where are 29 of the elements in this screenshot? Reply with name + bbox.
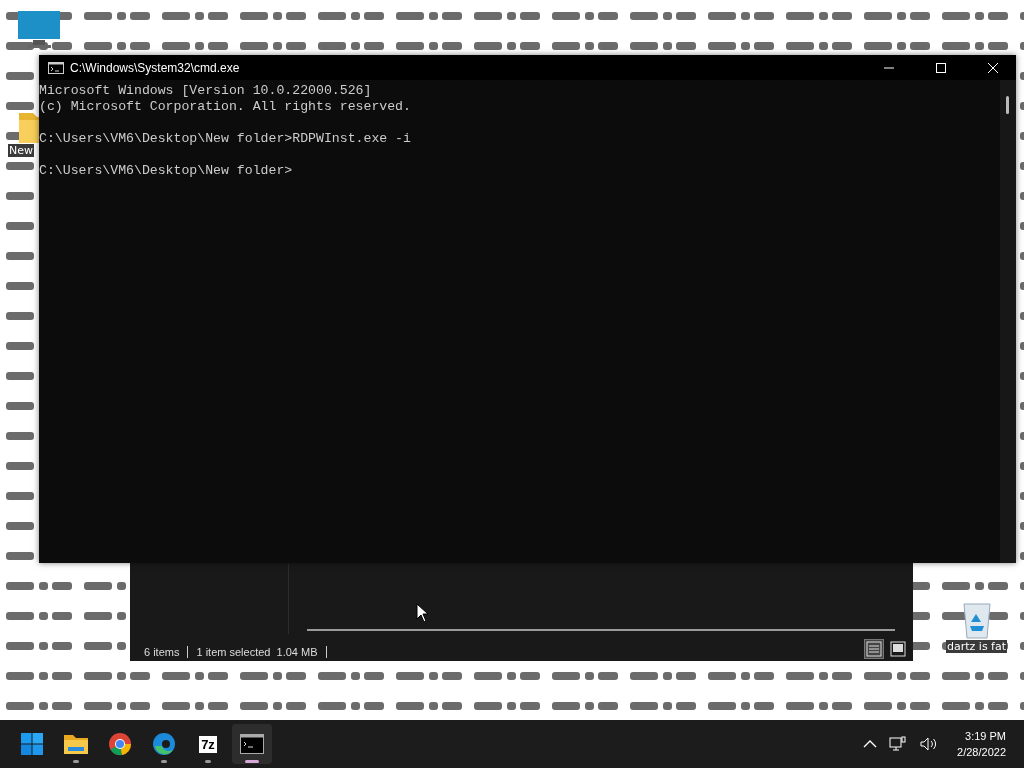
- network-icon[interactable]: [889, 736, 908, 752]
- maximize-icon: [935, 61, 947, 74]
- terminal-taskbar-button[interactable]: [232, 724, 272, 764]
- four-squares-icon: [20, 732, 44, 756]
- sevenzip-taskbar-button[interactable]: 7z: [188, 724, 228, 764]
- clock-date[interactable]: 2/28/2022: [957, 744, 1006, 760]
- icon-label[interactable]: dartz is fat: [946, 640, 1008, 653]
- folder-icon: [63, 733, 89, 755]
- console-line: Microsoft Windows [Version 10.0.22000.526]: [39, 83, 373, 99]
- mouse-cursor-icon: [416, 603, 428, 623]
- console-line: C:\Users\VM6\Desktop\New folder>: [39, 163, 294, 179]
- tiles-view-icon[interactable]: [888, 639, 908, 659]
- console-icon: [48, 61, 64, 74]
- console-line: (c) Microsoft Corporation. All rights reserved.: [39, 99, 412, 115]
- browser-icon: [152, 732, 176, 756]
- console-line: C:\Users\VM6\Desktop\New folder>RDPWInst.exe -i: [39, 131, 412, 147]
- icon-label[interactable]: New: [8, 144, 34, 157]
- scrollbar[interactable]: [1000, 80, 1016, 563]
- monitor-icon[interactable]: [17, 10, 61, 50]
- terminal-icon: [240, 734, 264, 754]
- scrollbar[interactable]: [307, 629, 895, 631]
- recycle-bin-icon[interactable]: [960, 600, 993, 640]
- clock-time[interactable]: 3:19 PM: [965, 728, 1006, 744]
- close-icon: [987, 61, 999, 74]
- window-title: C:\Windows\System32\cmd.exe: [70, 60, 240, 75]
- browser-icon: [108, 732, 132, 756]
- chevron-up-icon[interactable]: [863, 739, 878, 749]
- status-text: 1 item selected 1.04 MB: [196, 646, 318, 658]
- status-text: 6 items: [144, 646, 180, 658]
